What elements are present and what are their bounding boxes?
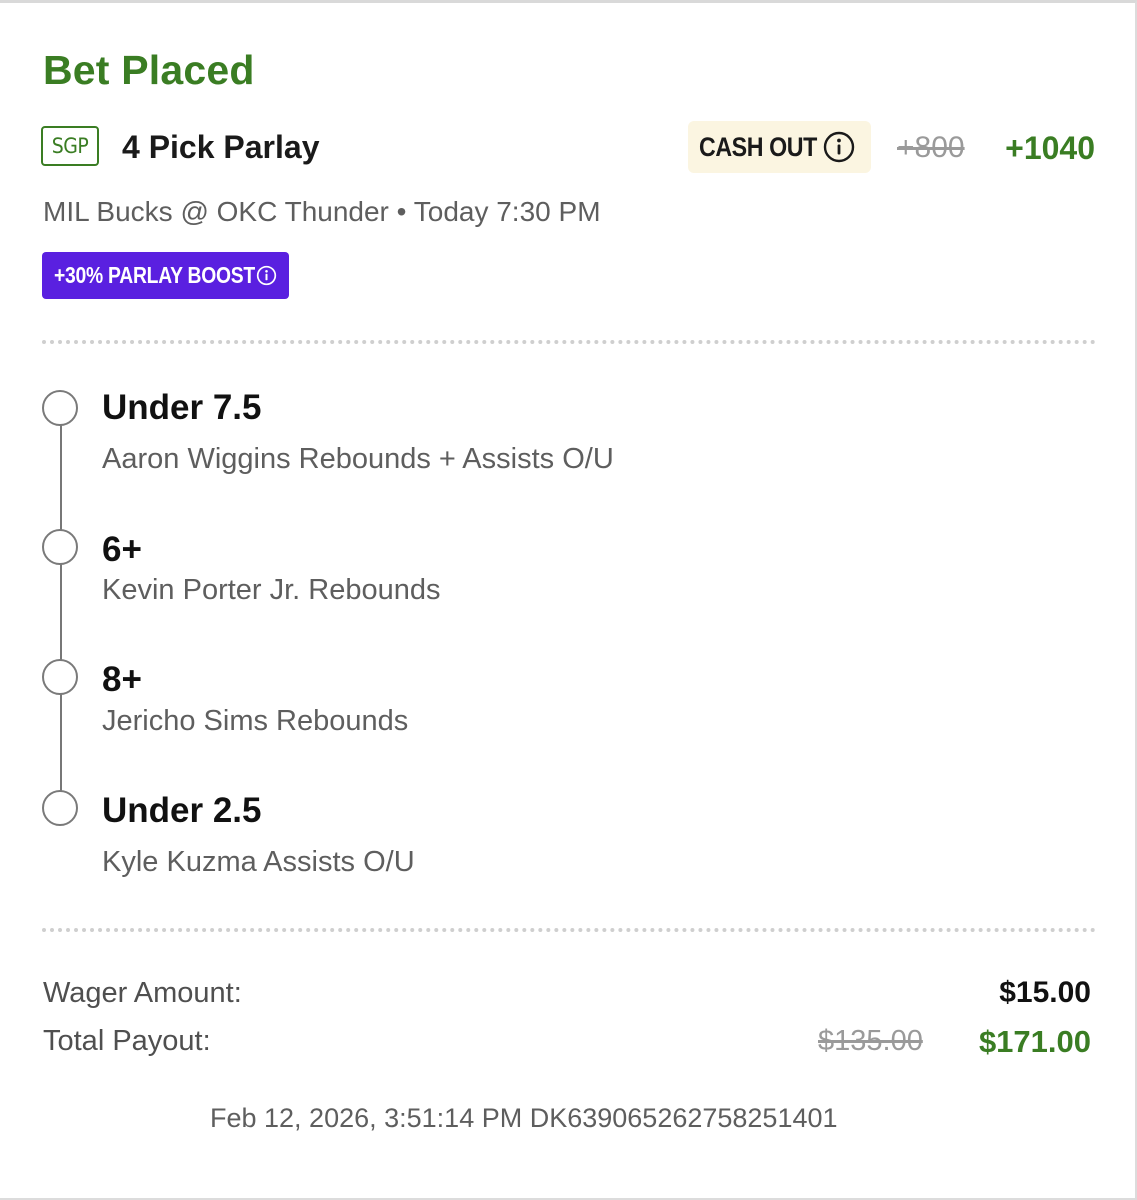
boosted-odds: +1040 bbox=[1005, 130, 1095, 166]
leg-status-icon bbox=[42, 790, 78, 826]
leg-status-icon bbox=[42, 529, 78, 565]
parlay-boost-badge[interactable]: +30% PARLAY BOOST bbox=[42, 252, 289, 299]
bet-status-title: Bet Placed bbox=[43, 47, 255, 93]
leg-status-icon bbox=[42, 390, 78, 426]
info-icon[interactable] bbox=[256, 265, 277, 286]
cash-out-button[interactable]: CASH OUT bbox=[688, 121, 871, 173]
leg-selection: 6+ bbox=[102, 530, 142, 569]
leg-market: Jericho Sims Rebounds bbox=[102, 705, 409, 737]
total-payout-label: Total Payout: bbox=[43, 1025, 211, 1057]
legs-timeline-line bbox=[60, 423, 62, 795]
wager-amount-value: $15.00 bbox=[999, 976, 1091, 1009]
leg-market: Kevin Porter Jr. Rebounds bbox=[102, 574, 441, 606]
divider bbox=[42, 340, 1096, 344]
parlay-boost-label: +30% PARLAY BOOST bbox=[54, 262, 255, 288]
divider bbox=[42, 928, 1096, 932]
bet-timestamp-and-id: Feb 12, 2026, 3:51:14 PM DK6390652627582… bbox=[210, 1103, 838, 1133]
bet-header-row: SGP 4 Pick Parlay CASH OUT +800 +1040 bbox=[41, 121, 1095, 175]
wager-amount-label: Wager Amount: bbox=[43, 977, 242, 1009]
sgp-badge: SGP bbox=[41, 126, 99, 166]
boosted-payout: $171.00 bbox=[978, 1024, 1091, 1059]
original-payout: $135.00 bbox=[818, 1025, 923, 1057]
cash-out-label: CASH OUT bbox=[699, 132, 817, 162]
bet-type-title: 4 Pick Parlay bbox=[122, 129, 320, 165]
leg-selection: 8+ bbox=[102, 660, 142, 699]
leg-market: Aaron Wiggins Rebounds + Assists O/U bbox=[102, 443, 614, 475]
leg-market: Kyle Kuzma Assists O/U bbox=[102, 846, 415, 878]
bet-receipt: Bet Placed SGP 4 Pick Parlay CASH OUT +8… bbox=[0, 0, 1137, 1200]
info-icon[interactable] bbox=[823, 131, 855, 163]
event-matchup[interactable]: MIL Bucks @ OKC Thunder • Today 7:30 PM bbox=[43, 196, 601, 228]
original-odds: +800 bbox=[897, 131, 965, 164]
leg-status-icon bbox=[42, 659, 78, 695]
leg-selection: Under 7.5 bbox=[102, 388, 262, 427]
leg-selection: Under 2.5 bbox=[102, 791, 262, 830]
